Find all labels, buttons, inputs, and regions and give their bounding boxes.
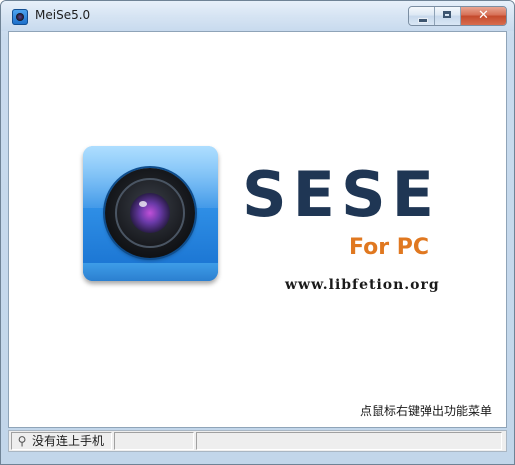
brand-title: SESE [242,158,441,231]
brand-subtitle: For PC [349,235,430,260]
lens-glint [139,201,147,207]
minimize-button[interactable] [409,7,435,25]
maximize-button[interactable] [435,7,461,25]
lens-ring [115,178,185,248]
title-bar[interactable]: MeiSe5.0 ✕ [1,1,514,31]
app-window: MeiSe5.0 ✕ SESE For PC www.libfetion.org… [0,0,515,465]
window-title: MeiSe5.0 [35,8,91,22]
lens-outer [105,168,195,258]
maximize-icon [443,11,451,18]
usb-icon: ⚲ [17,434,27,448]
status-pane-3 [196,432,502,450]
close-icon: ✕ [478,8,489,23]
main-canvas[interactable]: SESE For PC www.libfetion.org 点鼠标右键弹出功能菜… [8,31,507,428]
status-bar: ⚲ 没有连上手机 [8,430,507,452]
status-pane-2 [114,432,194,450]
app-icon[interactable] [12,9,28,25]
status-pane-connection: ⚲ 没有连上手机 [11,432,112,450]
logo-band [83,263,218,281]
close-button[interactable]: ✕ [461,7,506,25]
context-menu-hint: 点鼠标右键弹出功能菜单 [359,404,492,418]
camera-lens-icon [83,146,218,281]
minimize-icon [418,18,428,23]
caption-buttons: ✕ [408,6,507,26]
website-url: www.libfetion.org [285,277,440,293]
connection-status: 没有连上手机 [32,434,105,448]
lens-inner [130,193,170,233]
